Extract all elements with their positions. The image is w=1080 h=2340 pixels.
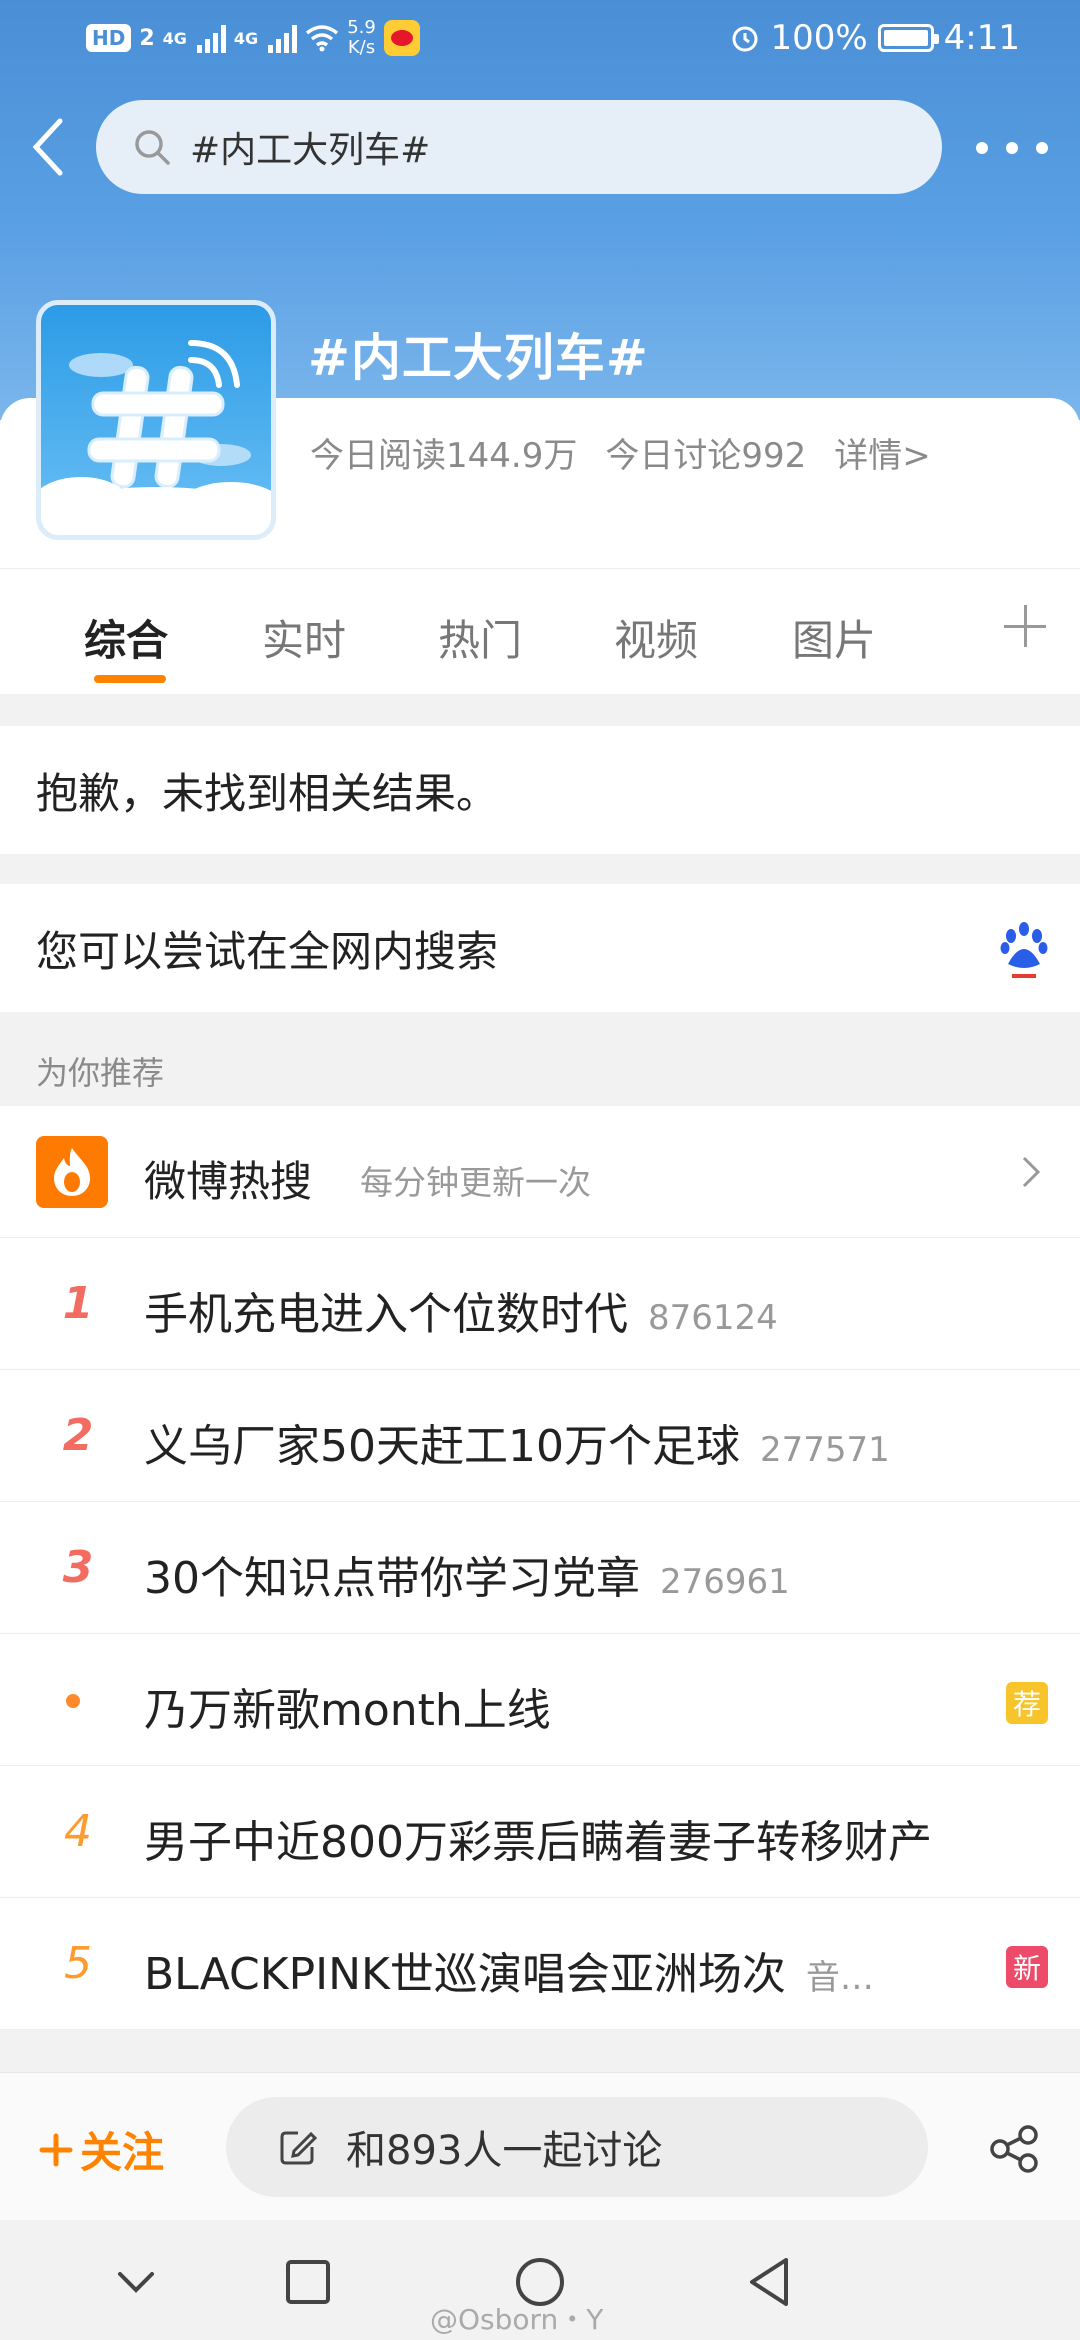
topic-stats: 今日阅读144.9万 今日讨论992 详情> (310, 428, 931, 477)
bottom-action-bar: 关注 和893人一起讨论 (0, 2072, 1080, 2220)
clock: 4:11 (943, 18, 1020, 58)
battery-icon (877, 24, 939, 52)
recommend-label: 为你推荐 (36, 1054, 165, 1092)
tab-realtime[interactable]: 实时 (262, 607, 346, 668)
chevron-right-icon (1022, 1156, 1041, 1188)
network-type-1: 4G (162, 28, 187, 48)
discussions-today: 今日讨论992 (605, 436, 807, 476)
hashtag-cloud-icon (41, 340, 271, 535)
rank-number: 2 (62, 1410, 94, 1461)
sim-index: 2 (139, 25, 155, 51)
battery-percent: 100% (770, 18, 868, 58)
plus-icon (39, 2133, 73, 2166)
tab-video[interactable]: 视频 (614, 607, 698, 668)
follow-label: 关注 (80, 2128, 165, 2177)
details-link[interactable]: 详情> (834, 428, 931, 477)
edit-icon (280, 2131, 318, 2165)
hot-search-item-title: 义乌厂家50天赶工10万个足球 277571 (144, 1410, 890, 1474)
recommended-badge: 荐 (1006, 1682, 1048, 1724)
signal-icon (196, 23, 226, 53)
search-icon (135, 130, 170, 165)
no-results-message: 抱歉，未找到相关结果。 (0, 726, 1080, 854)
hot-search-item-title: 乃万新歌month上线 (144, 1685, 551, 1736)
hot-search-item-title: 男子中近800万彩票后瞒着妻子转移财产 (144, 1817, 932, 1868)
hot-search-title: 微博热搜 (144, 1157, 313, 1206)
promoted-dot-icon (66, 1694, 80, 1708)
share-icon[interactable] (988, 2125, 1040, 2173)
more-dot-icon (1006, 142, 1018, 154)
chevron-left-icon (32, 118, 63, 176)
tab-pictures[interactable]: 图片 (792, 607, 876, 668)
status-left: HD 2 4G 4G 5.9 K/s (86, 18, 420, 58)
hd-indicator: HD (86, 24, 132, 52)
hot-search-item[interactable]: 3 30个知识点带你学习党章 276961 (0, 1502, 1080, 1634)
reads-today: 今日阅读144.9万 (310, 436, 578, 476)
hot-search-list: 微博热搜 每分钟更新一次 1 手机充电进入个位数时代 876124 2 义乌厂家5… (0, 1106, 1080, 2030)
hot-search-header[interactable]: 微博热搜 每分钟更新一次 (0, 1106, 1080, 1238)
baidu-icon (1000, 922, 1048, 978)
alarm-icon (732, 26, 758, 52)
net-speed: 5.9 K/s (347, 18, 376, 58)
hot-search-item-title: 30个知识点带你学习党章 276961 (144, 1542, 790, 1606)
hot-count: 277571 (759, 1430, 890, 1470)
net-speed-unit: K/s (347, 37, 376, 58)
hot-count: 音… (805, 1958, 874, 1998)
chevron-down-icon[interactable] (106, 2252, 166, 2312)
discuss-label: 和893人一起讨论 (346, 2128, 663, 2174)
hot-title-text: 义乌厂家50天赶工10万个足球 (144, 1421, 740, 1472)
hot-search-item-title: 手机充电进入个位数时代 876124 (144, 1278, 778, 1342)
topic-title: #内工大列车# (308, 329, 649, 387)
hot-search-item[interactable]: 2 义乌厂家50天赶工10万个足球 277571 (0, 1370, 1080, 1502)
signal-icon-2 (268, 23, 298, 53)
back-button[interactable] (20, 112, 76, 182)
rank-number: 3 (62, 1542, 94, 1593)
hot-count: 276961 (660, 1562, 790, 1602)
add-tab-icon[interactable] (1004, 605, 1046, 647)
net-speed-value: 5.9 (347, 17, 376, 38)
search-query: #内工大列车# (190, 130, 431, 171)
recent-apps-button[interactable] (278, 2252, 338, 2312)
hot-search-item[interactable]: 乃万新歌month上线 荐 (0, 1634, 1080, 1766)
tab-bar: 综合 实时 热门 视频 图片 (0, 568, 1080, 694)
hot-title-text: BLACKPINK世巡演唱会亚洲场次 (144, 1949, 786, 2000)
active-tab-indicator (94, 675, 166, 683)
hot-search-item[interactable]: 5 BLACKPINK世巡演唱会亚洲场次 音… 新 (0, 1898, 1080, 2030)
network-type-2: 4G (233, 28, 259, 48)
more-dot-icon (1036, 142, 1048, 154)
more-dot-icon (976, 142, 988, 154)
topic-logo (36, 300, 276, 540)
hot-search-item[interactable]: 4 男子中近800万彩票后瞒着妻子转移财产 (0, 1766, 1080, 1898)
system-back-button[interactable] (740, 2252, 800, 2312)
rank-number: 4 (64, 1806, 92, 1857)
watermark: @Osborn・Y (430, 2303, 604, 2336)
status-right: 100% 4:11 (730, 18, 1020, 58)
wifi-icon (306, 25, 339, 52)
hot-search-item[interactable]: 1 手机充电进入个位数时代 876124 (0, 1238, 1080, 1370)
more-options-button[interactable] (976, 128, 1048, 168)
hot-count: 876124 (648, 1298, 778, 1338)
status-bar: HD 2 4G 4G 5.9 K/s 100% 4:11 (0, 0, 1080, 80)
search-bar[interactable]: #内工大列车# (96, 100, 942, 194)
new-badge: 新 (1006, 1946, 1048, 1988)
web-search-label: 您可以尝试在全网内搜索 (36, 926, 499, 976)
discuss-input[interactable]: 和893人一起讨论 (226, 2097, 928, 2197)
hot-search-item-title: BLACKPINK世巡演唱会亚洲场次 音… (144, 1938, 874, 2002)
hot-title-text: 手机充电进入个位数时代 (144, 1289, 628, 1340)
follow-button[interactable]: 关注 (38, 2119, 164, 2180)
web-search-row[interactable]: 您可以尝试在全网内搜索 (0, 884, 1080, 1012)
rank-number: 5 (64, 1938, 92, 1989)
fire-icon (36, 1136, 108, 1208)
rank-number: 1 (62, 1278, 94, 1329)
tab-comprehensive[interactable]: 综合 (84, 607, 168, 668)
weibo-notification-icon (383, 20, 420, 56)
tab-hot[interactable]: 热门 (438, 607, 522, 668)
hot-title-text: 30个知识点带你学习党章 (144, 1553, 640, 1604)
hot-search-subtitle: 每分钟更新一次 (360, 1163, 591, 1202)
